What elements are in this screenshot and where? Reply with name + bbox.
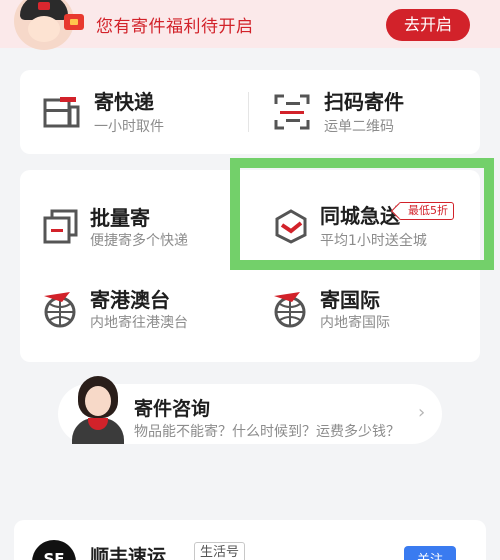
- send-package-icon: [43, 97, 80, 128]
- red-envelope-icon: [64, 14, 84, 30]
- consult-title: 寄件咨询: [134, 398, 211, 420]
- chevron-right-icon: ›: [418, 402, 426, 423]
- scan-qr-icon: [274, 94, 310, 130]
- globe-plane-icon: [44, 292, 76, 328]
- globe-plane-icon: [274, 292, 306, 328]
- consult-subtitle: 物品能不能寄？什么时候到？运费多少钱？: [134, 424, 400, 440]
- service-title: 批量寄: [90, 206, 150, 230]
- service-subtitle: 内地寄国际: [320, 315, 390, 331]
- promo-banner[interactable]: 您有寄件福利待开启 去开启: [0, 0, 500, 50]
- service-subtitle: 运单二维码: [324, 119, 394, 135]
- consult-card[interactable]: 寄件咨询 物品能不能寄？什么时候到？运费多少钱？ ›: [58, 376, 442, 444]
- agent-avatar: [68, 374, 128, 444]
- quick-send-card: 寄快递 一小时取件 扫码寄件 运单二维码: [20, 70, 480, 154]
- service-title: 寄港澳台: [90, 288, 170, 312]
- highlight-box: [230, 158, 494, 270]
- service-subtitle: 内地寄往港澳台: [90, 315, 188, 331]
- batch-send-icon: [43, 209, 78, 244]
- divider: [248, 92, 249, 132]
- promo-text: 您有寄件福利待开启: [96, 17, 254, 37]
- follow-button[interactable]: 关注: [404, 546, 456, 560]
- service-subtitle: 便捷寄多个快递: [90, 233, 188, 249]
- activate-button[interactable]: 去开启: [386, 9, 470, 41]
- service-title: 寄国际: [320, 288, 380, 312]
- account-type-badge: 生活号: [194, 542, 246, 560]
- account-card[interactable]: SF 顺丰速运 生活号 关注: [14, 520, 486, 560]
- service-subtitle: 一小时取件: [94, 119, 164, 135]
- account-name: 顺丰速运: [90, 546, 167, 560]
- sf-logo-icon: SF: [32, 540, 76, 560]
- service-title: 扫码寄件: [324, 90, 404, 114]
- service-title: 寄快递: [94, 90, 154, 114]
